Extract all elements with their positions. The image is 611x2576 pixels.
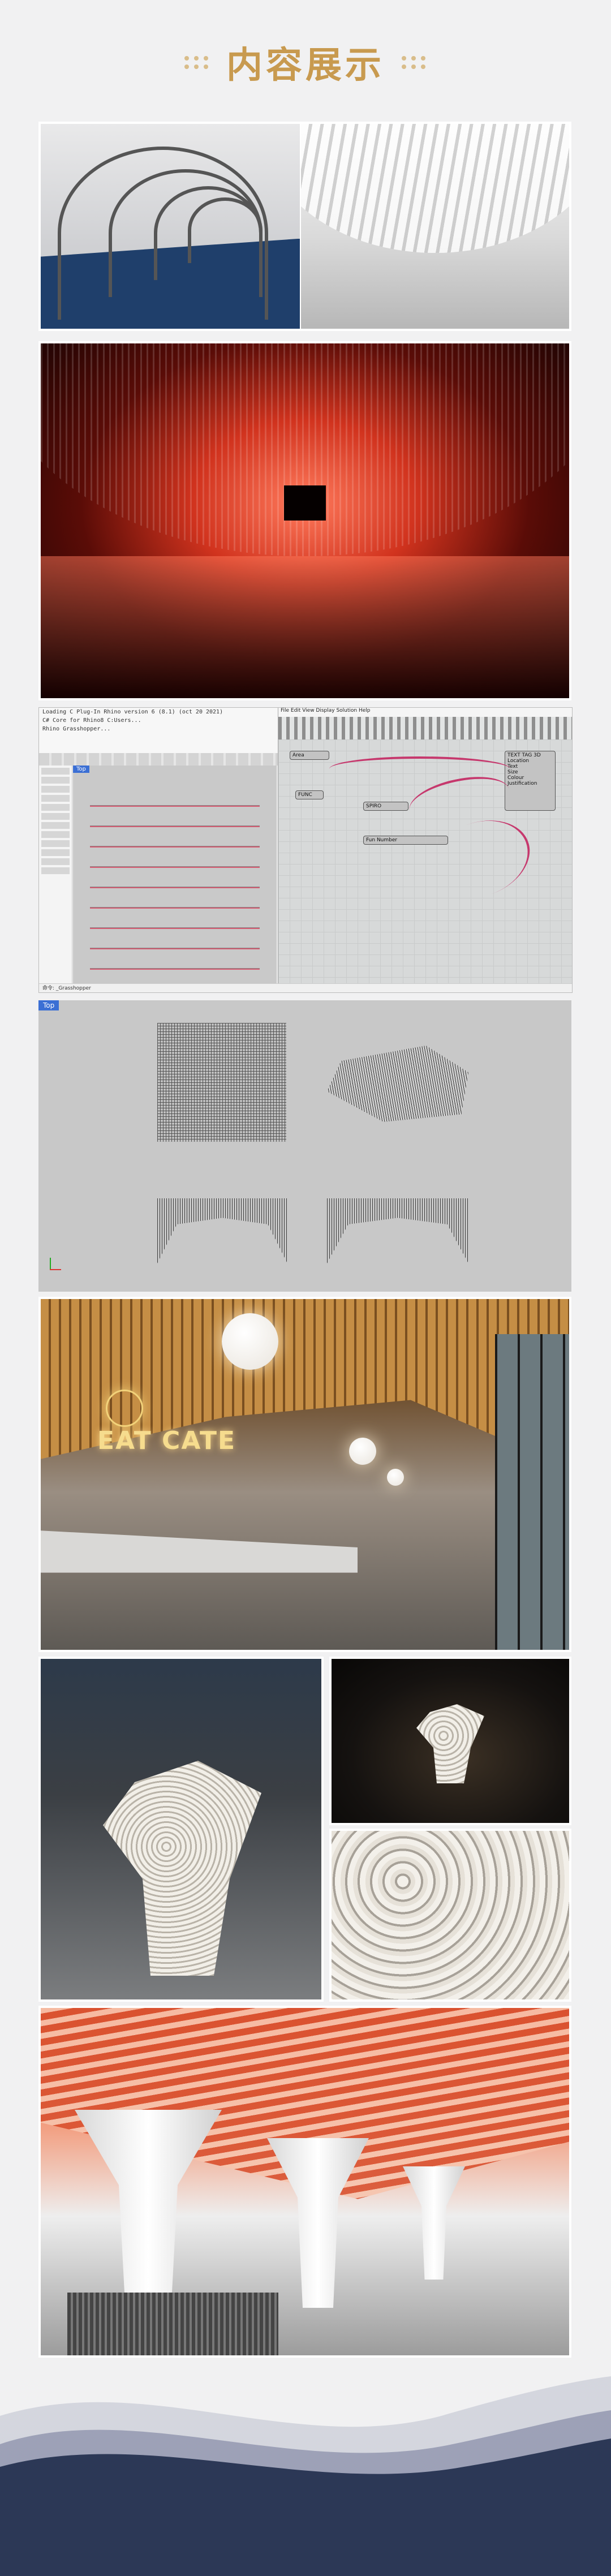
coral-station-photo [41, 2008, 569, 2355]
decor-dots-left [184, 55, 209, 69]
section-header: 内容展示 [0, 34, 611, 91]
node-func[interactable]: FUNC [295, 790, 324, 799]
lamp [222, 1313, 278, 1370]
node-spiro[interactable]: SPIRO [363, 802, 408, 811]
grasshopper-panel[interactable]: File Edit View Display Solution Help Are… [278, 708, 572, 983]
axis-y-icon [50, 1258, 51, 1269]
logo-emblem [106, 1390, 143, 1427]
sculpture-detail-photo [332, 1831, 569, 1999]
grasshopper-menu[interactable]: File Edit View Display Solution Help [278, 708, 572, 717]
grasshopper-toolbar[interactable] [278, 717, 572, 739]
iso-form-view [327, 1046, 468, 1122]
tool-panel[interactable] [39, 766, 72, 983]
parametric-viewport: Top [38, 1000, 571, 1292]
white-tunnel-render [301, 124, 569, 329]
lamp [349, 1438, 376, 1465]
cad-model-image [41, 124, 300, 329]
restaurant-photo: EAT CATE [41, 1299, 569, 1650]
viewport-tab[interactable]: Top [73, 766, 89, 773]
node-text-tag[interactable]: TEXT TAG 3D Location Text Size Colour Ju… [505, 751, 556, 811]
logo-text: EAT CATE [97, 1426, 236, 1455]
axis-x-icon [50, 1269, 61, 1270]
sculpture-photo [41, 1659, 321, 1999]
page-title: 内容展示 [226, 45, 385, 87]
software-screenshot: Loading C Plug-In Rhino version 6 (8.1) … [38, 707, 573, 993]
sculpture-night-photo [332, 1659, 569, 1823]
section-view-2 [327, 1198, 468, 1263]
section-view-1 [157, 1198, 287, 1263]
grasshopper-canvas[interactable]: Area FUNC SPIRO Fun Number TEXT TAG 3D L… [278, 739, 572, 983]
viewport-tab[interactable]: Top [38, 1000, 59, 1010]
red-tunnel-render [41, 343, 569, 698]
grid-plan-view [157, 1023, 286, 1142]
node-area[interactable]: Area [290, 751, 329, 760]
rhino-viewport[interactable]: Top [73, 766, 277, 992]
node-number-slider[interactable]: Fun Number [363, 836, 448, 845]
status-bar: 命令: _Grasshopper [39, 983, 572, 992]
lamp [387, 1469, 404, 1486]
decor-dots-right [402, 55, 427, 69]
footer-wave [0, 2376, 611, 2576]
